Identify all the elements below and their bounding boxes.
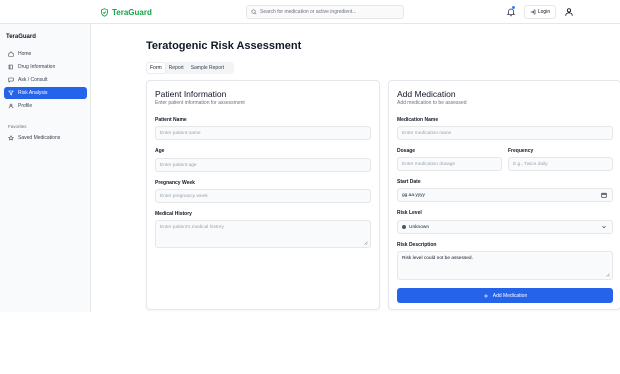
- dosage-label: Dosage: [397, 148, 416, 154]
- shield-check-icon: [101, 7, 108, 17]
- sidebar-item-home[interactable]: Home: [4, 48, 87, 60]
- page-title: Teratogenic Risk Assessment: [146, 40, 302, 52]
- sidebar-nav: Home Drug Information Ask / Consult Risk…: [4, 48, 87, 113]
- add-medication-button[interactable]: Add Medication: [397, 288, 613, 303]
- medical-history-label: Medical History: [155, 211, 192, 217]
- user-icon: [8, 103, 14, 109]
- sidebar-title: TeraGuard: [6, 34, 36, 40]
- book-icon: [8, 64, 13, 70]
- risk-description-label: Risk Description: [397, 242, 437, 248]
- favorites-heading: Favorites: [8, 124, 27, 129]
- login-button[interactable]: Login: [524, 5, 556, 19]
- search-placeholder: Search for medication or active ingredie…: [260, 9, 357, 15]
- search-icon: [251, 9, 257, 15]
- patient-name-input[interactable]: Enter patient name: [155, 126, 371, 140]
- medical-history-textarea[interactable]: Enter patient's medical history: [155, 220, 371, 248]
- sidebar-item-label: Drug Information: [18, 64, 56, 70]
- add-medication-card: Add Medication Add medication to be asse…: [388, 80, 620, 310]
- chevron-down-icon: [602, 226, 606, 229]
- patient-card-title: Patient Information: [155, 89, 227, 99]
- pregnancy-week-label: Pregnancy Week: [155, 180, 195, 186]
- search-input[interactable]: Search for medication or active ingredie…: [246, 5, 404, 19]
- filter-icon: [8, 90, 14, 96]
- frequency-label: Frequency: [508, 148, 534, 154]
- top-bar: TeraGuard Search for medication or activ…: [0, 0, 620, 24]
- star-icon: [8, 135, 14, 141]
- resize-grip-icon[interactable]: [363, 240, 368, 245]
- calendar-icon[interactable]: [601, 192, 607, 198]
- sidebar-item-label: Home: [18, 51, 32, 57]
- notification-dot: [512, 6, 515, 9]
- sidebar-item-saved-medications[interactable]: Saved Medications: [4, 132, 87, 144]
- sidebar-item-label: Profile: [18, 103, 33, 109]
- resize-grip-icon[interactable]: [605, 272, 610, 277]
- pregnancy-week-input[interactable]: Enter pregnancy week: [155, 189, 371, 203]
- sidebar-item-risk-analysis[interactable]: Risk Analysis: [4, 87, 87, 99]
- user-account-icon[interactable]: [564, 7, 574, 17]
- risk-description-textarea[interactable]: Risk level could not be assessed.: [397, 251, 613, 280]
- login-label: Login: [537, 9, 551, 15]
- start-date-value: gg.aa.yyyy: [402, 192, 425, 198]
- tab-sample-report[interactable]: Sample Report: [188, 63, 227, 73]
- login-icon: [530, 9, 536, 15]
- risk-level-value: Unknown: [409, 224, 429, 230]
- sidebar-item-drug-information[interactable]: Drug Information: [4, 61, 87, 73]
- sidebar-item-label: Risk Analysis: [18, 90, 48, 96]
- risk-level-label: Risk Level: [397, 210, 422, 216]
- add-medication-label: Add Medication: [492, 292, 528, 299]
- sidebar-item-label: Saved Medications: [18, 135, 61, 141]
- dosage-input[interactable]: Enter medication dosage: [397, 157, 502, 171]
- age-input[interactable]: Enter patient age: [155, 158, 371, 172]
- medication-name-input[interactable]: Enter medication name: [397, 126, 613, 140]
- home-icon: [8, 51, 14, 57]
- sidebar-item-ask-consult[interactable]: Ask / Consult: [4, 74, 87, 86]
- medication-card-subtitle: Add medication to be assessed: [397, 100, 467, 106]
- tab-report[interactable]: Report: [166, 63, 187, 73]
- patient-information-card: Patient Information Enter patient inform…: [146, 80, 380, 310]
- tab-bar: Form Report Sample Report: [146, 62, 234, 74]
- sidebar-item-label: Ask / Consult: [18, 77, 48, 83]
- risk-level-select[interactable]: Unknown: [397, 220, 613, 234]
- medication-card-title: Add Medication: [397, 89, 456, 99]
- patient-name-label: Patient Name: [155, 117, 187, 123]
- brand-logo[interactable]: TeraGuard: [100, 6, 152, 18]
- medical-history-placeholder: Enter patient's medical history: [160, 225, 224, 230]
- sidebar: TeraGuard Home Drug Information Ask / Co…: [0, 24, 91, 312]
- tab-form[interactable]: Form: [147, 63, 165, 73]
- risk-description-value: Risk level could not be assessed.: [402, 256, 473, 261]
- risk-status-dot: [402, 225, 406, 229]
- age-label: Age: [155, 148, 165, 154]
- start-date-label: Start Date: [397, 179, 421, 185]
- start-date-input[interactable]: gg.aa.yyyy: [397, 188, 613, 202]
- sidebar-item-profile[interactable]: Profile: [4, 100, 87, 112]
- plus-icon: [484, 293, 488, 298]
- patient-card-subtitle: Enter patient information for assessment: [155, 100, 245, 106]
- brand-name: TeraGuard: [112, 7, 152, 17]
- frequency-input[interactable]: E.g., Twice daily: [508, 157, 613, 171]
- medication-name-label: Medication Name: [397, 117, 439, 123]
- chat-icon: [8, 77, 14, 83]
